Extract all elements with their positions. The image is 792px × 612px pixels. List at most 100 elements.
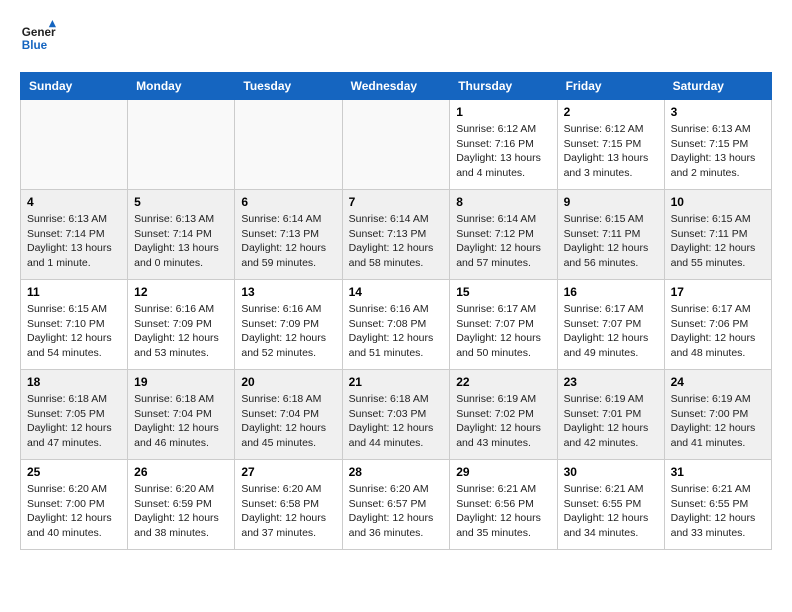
calendar-cell xyxy=(128,100,235,190)
day-info: Sunrise: 6:15 AM Sunset: 7:11 PM Dayligh… xyxy=(564,212,658,271)
day-number: 30 xyxy=(564,465,658,479)
day-number: 21 xyxy=(349,375,444,389)
calendar-cell: 5 Sunrise: 6:13 AM Sunset: 7:14 PM Daylig… xyxy=(128,190,235,280)
day-info: Sunrise: 6:20 AM Sunset: 6:58 PM Dayligh… xyxy=(241,482,335,541)
col-header-friday: Friday xyxy=(557,73,664,100)
day-info: Sunrise: 6:16 AM Sunset: 7:08 PM Dayligh… xyxy=(349,302,444,361)
day-number: 14 xyxy=(349,285,444,299)
calendar-cell: 3Sunrise: 6:13 AM Sunset: 7:15 PM Daylig… xyxy=(664,100,771,190)
logo-icon: General Blue xyxy=(20,20,56,56)
day-info: Sunrise: 6:12 AM Sunset: 7:16 PM Dayligh… xyxy=(456,122,550,181)
day-number: 2 xyxy=(564,105,658,119)
day-info: Sunrise: 6:15 AM Sunset: 7:11 PM Dayligh… xyxy=(671,212,765,271)
day-info: Sunrise: 6:19 AM Sunset: 7:01 PM Dayligh… xyxy=(564,392,658,451)
calendar-cell: 6 Sunrise: 6:14 AM Sunset: 7:13 PM Daylig… xyxy=(235,190,342,280)
day-info: Sunrise: 6:14 AM Sunset: 7:12 PM Dayligh… xyxy=(456,212,550,271)
col-header-tuesday: Tuesday xyxy=(235,73,342,100)
day-info: Sunrise: 6:18 AM Sunset: 7:04 PM Dayligh… xyxy=(241,392,335,451)
day-number: 1 xyxy=(456,105,550,119)
calendar-cell: 30Sunrise: 6:21 AM Sunset: 6:55 PM Dayli… xyxy=(557,460,664,550)
calendar-cell xyxy=(235,100,342,190)
day-number: 17 xyxy=(671,285,765,299)
day-number: 28 xyxy=(349,465,444,479)
day-info: Sunrise: 6:18 AM Sunset: 7:05 PM Dayligh… xyxy=(27,392,121,451)
week-row-3: 11Sunrise: 6:15 AM Sunset: 7:10 PM Dayli… xyxy=(21,280,772,370)
calendar-cell xyxy=(21,100,128,190)
week-row-1: 1 Sunrise: 6:12 AM Sunset: 7:16 PM Daylig… xyxy=(21,100,772,190)
day-number: 31 xyxy=(671,465,765,479)
calendar-cell: 4 Sunrise: 6:13 AM Sunset: 7:14 PM Daylig… xyxy=(21,190,128,280)
day-number: 13 xyxy=(241,285,335,299)
day-info: Sunrise: 6:18 AM Sunset: 7:04 PM Dayligh… xyxy=(134,392,228,451)
calendar-cell: 19Sunrise: 6:18 AM Sunset: 7:04 PM Dayli… xyxy=(128,370,235,460)
day-info: Sunrise: 6:17 AM Sunset: 7:06 PM Dayligh… xyxy=(671,302,765,361)
day-info: Sunrise: 6:16 AM Sunset: 7:09 PM Dayligh… xyxy=(134,302,228,361)
day-number: 9 xyxy=(564,195,658,209)
day-number: 23 xyxy=(564,375,658,389)
calendar-cell: 8 Sunrise: 6:14 AM Sunset: 7:12 PM Daylig… xyxy=(450,190,557,280)
day-number: 29 xyxy=(456,465,550,479)
day-number: 4 xyxy=(27,195,121,209)
day-number: 3 xyxy=(671,105,765,119)
calendar-cell: 2 Sunrise: 6:12 AM Sunset: 7:15 PM Daylig… xyxy=(557,100,664,190)
day-number: 6 xyxy=(241,195,335,209)
calendar-cell: 1 Sunrise: 6:12 AM Sunset: 7:16 PM Daylig… xyxy=(450,100,557,190)
calendar-header-row: SundayMondayTuesdayWednesdayThursdayFrid… xyxy=(21,73,772,100)
day-number: 20 xyxy=(241,375,335,389)
day-info: Sunrise: 6:20 AM Sunset: 6:59 PM Dayligh… xyxy=(134,482,228,541)
day-info: Sunrise: 6:19 AM Sunset: 7:00 PM Dayligh… xyxy=(671,392,765,451)
day-number: 12 xyxy=(134,285,228,299)
day-number: 11 xyxy=(27,285,121,299)
col-header-sunday: Sunday xyxy=(21,73,128,100)
calendar-cell: 15Sunrise: 6:17 AM Sunset: 7:07 PM Dayli… xyxy=(450,280,557,370)
day-number: 22 xyxy=(456,375,550,389)
day-info: Sunrise: 6:18 AM Sunset: 7:03 PM Dayligh… xyxy=(349,392,444,451)
day-info: Sunrise: 6:17 AM Sunset: 7:07 PM Dayligh… xyxy=(456,302,550,361)
calendar-cell: 12 Sunrise: 6:16 AM Sunset: 7:09 PM Dayli… xyxy=(128,280,235,370)
col-header-wednesday: Wednesday xyxy=(342,73,450,100)
calendar-cell: 10 Sunrise: 6:15 AM Sunset: 7:11 PM Dayli… xyxy=(664,190,771,280)
day-info: Sunrise: 6:13 AM Sunset: 7:14 PM Dayligh… xyxy=(134,212,228,271)
day-info: Sunrise: 6:20 AM Sunset: 6:57 PM Dayligh… xyxy=(349,482,444,541)
calendar-cell: 16 Sunrise: 6:17 AM Sunset: 7:07 PM Dayli… xyxy=(557,280,664,370)
calendar-cell: 28 Sunrise: 6:20 AM Sunset: 6:57 PM Dayli… xyxy=(342,460,450,550)
week-row-4: 18Sunrise: 6:18 AM Sunset: 7:05 PM Dayli… xyxy=(21,370,772,460)
col-header-monday: Monday xyxy=(128,73,235,100)
calendar-cell: 22Sunrise: 6:19 AM Sunset: 7:02 PM Dayli… xyxy=(450,370,557,460)
calendar-cell: 7Sunrise: 6:14 AM Sunset: 7:13 PM Daylig… xyxy=(342,190,450,280)
day-number: 24 xyxy=(671,375,765,389)
day-number: 16 xyxy=(564,285,658,299)
day-number: 8 xyxy=(456,195,550,209)
calendar-cell: 9 Sunrise: 6:15 AM Sunset: 7:11 PM Daylig… xyxy=(557,190,664,280)
day-info: Sunrise: 6:20 AM Sunset: 7:00 PM Dayligh… xyxy=(27,482,121,541)
day-info: Sunrise: 6:16 AM Sunset: 7:09 PM Dayligh… xyxy=(241,302,335,361)
day-info: Sunrise: 6:14 AM Sunset: 7:13 PM Dayligh… xyxy=(349,212,444,271)
calendar-cell: 31 Sunrise: 6:21 AM Sunset: 6:55 PM Dayli… xyxy=(664,460,771,550)
col-header-saturday: Saturday xyxy=(664,73,771,100)
svg-text:General: General xyxy=(22,26,56,39)
col-header-thursday: Thursday xyxy=(450,73,557,100)
calendar-table: SundayMondayTuesdayWednesdayThursdayFrid… xyxy=(20,72,772,550)
calendar-cell: 25 Sunrise: 6:20 AM Sunset: 7:00 PM Dayli… xyxy=(21,460,128,550)
day-info: Sunrise: 6:21 AM Sunset: 6:55 PM Dayligh… xyxy=(671,482,765,541)
calendar-cell: 20 Sunrise: 6:18 AM Sunset: 7:04 PM Dayli… xyxy=(235,370,342,460)
calendar-cell: 23 Sunrise: 6:19 AM Sunset: 7:01 PM Dayli… xyxy=(557,370,664,460)
week-row-5: 25 Sunrise: 6:20 AM Sunset: 7:00 PM Dayli… xyxy=(21,460,772,550)
day-number: 26 xyxy=(134,465,228,479)
calendar-cell: 13 Sunrise: 6:16 AM Sunset: 7:09 PM Dayli… xyxy=(235,280,342,370)
day-info: Sunrise: 6:14 AM Sunset: 7:13 PM Dayligh… xyxy=(241,212,335,271)
svg-text:Blue: Blue xyxy=(22,39,48,52)
day-number: 10 xyxy=(671,195,765,209)
calendar-cell: 14 Sunrise: 6:16 AM Sunset: 7:08 PM Dayli… xyxy=(342,280,450,370)
calendar-cell: 17 Sunrise: 6:17 AM Sunset: 7:06 PM Dayli… xyxy=(664,280,771,370)
calendar-cell: 26 Sunrise: 6:20 AM Sunset: 6:59 PM Dayli… xyxy=(128,460,235,550)
day-info: Sunrise: 6:13 AM Sunset: 7:14 PM Dayligh… xyxy=(27,212,121,271)
calendar-cell: 27 Sunrise: 6:20 AM Sunset: 6:58 PM Dayli… xyxy=(235,460,342,550)
day-number: 5 xyxy=(134,195,228,209)
day-number: 25 xyxy=(27,465,121,479)
calendar-cell: 24 Sunrise: 6:19 AM Sunset: 7:00 PM Dayli… xyxy=(664,370,771,460)
day-info: Sunrise: 6:17 AM Sunset: 7:07 PM Dayligh… xyxy=(564,302,658,361)
day-number: 27 xyxy=(241,465,335,479)
calendar-cell: 29Sunrise: 6:21 AM Sunset: 6:56 PM Dayli… xyxy=(450,460,557,550)
day-info: Sunrise: 6:12 AM Sunset: 7:15 PM Dayligh… xyxy=(564,122,658,181)
